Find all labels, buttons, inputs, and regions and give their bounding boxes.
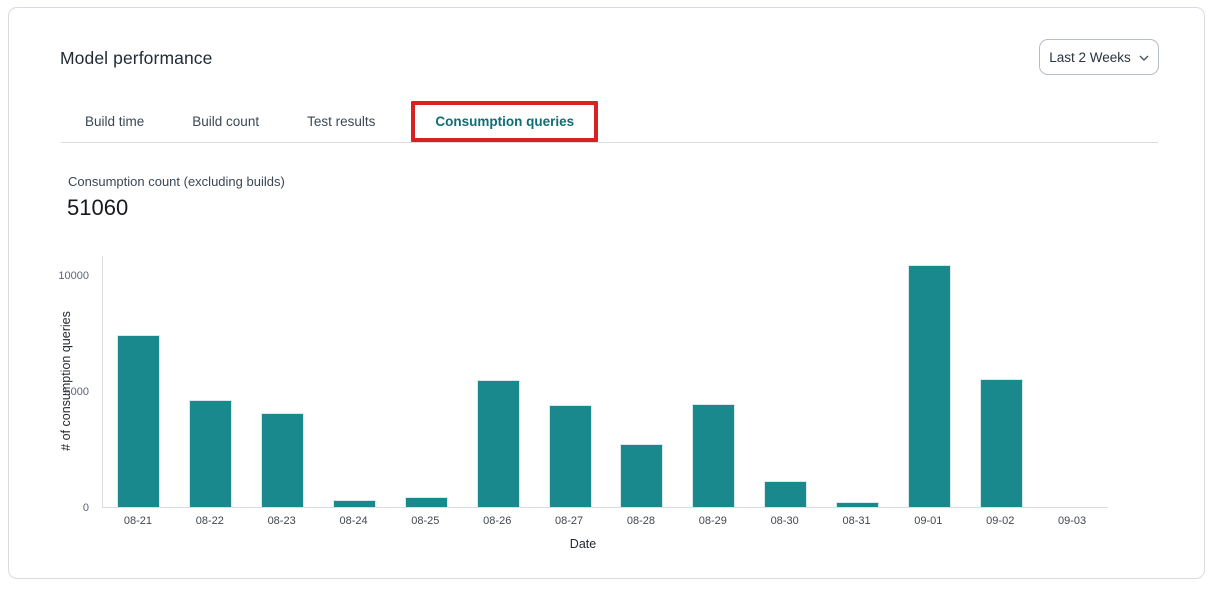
x-tick-label: 08-31: [821, 514, 893, 528]
x-tick-label: 08-28: [605, 514, 677, 528]
bar-08-22[interactable]: [189, 400, 232, 507]
x-tick-label: 09-01: [892, 514, 964, 528]
x-tick-label: 08-30: [749, 514, 821, 528]
x-axis-title: Date: [102, 537, 1064, 551]
bar-08-23[interactable]: [261, 413, 304, 507]
x-tick-label: 08-27: [533, 514, 605, 528]
bar-08-27[interactable]: [549, 405, 592, 507]
bar-09-01[interactable]: [908, 265, 951, 507]
bar-09-02[interactable]: [980, 379, 1023, 507]
bar-08-24[interactable]: [333, 500, 376, 507]
x-tick-label: 08-23: [246, 514, 318, 528]
x-tick-label: 08-21: [102, 514, 174, 528]
model-performance-card: Model performance Last 2 Weeks Build tim…: [8, 7, 1205, 579]
x-tick-label: 08-24: [318, 514, 390, 528]
x-tick-label: 08-22: [174, 514, 246, 528]
bar-08-25[interactable]: [405, 497, 448, 507]
bar-08-21[interactable]: [117, 335, 160, 507]
y-tick-label: 10000: [58, 269, 89, 283]
x-tick-label: 08-29: [677, 514, 749, 528]
x-axis-ticks: 08-2108-2208-2308-2408-2508-2608-2708-28…: [102, 514, 1108, 528]
bar-08-28[interactable]: [620, 444, 663, 507]
x-tick-label: 09-03: [1036, 514, 1108, 528]
x-tick-label: 09-02: [964, 514, 1036, 528]
consumption-queries-chart: # of consumption queries 0500010000 08-2…: [9, 8, 1204, 578]
x-tick-label: 08-26: [461, 514, 533, 528]
y-tick-label: 5000: [65, 385, 89, 399]
x-tick-label: 08-25: [389, 514, 461, 528]
bar-08-31[interactable]: [836, 502, 879, 507]
plot-area: [102, 256, 1108, 508]
bar-08-30[interactable]: [764, 481, 807, 507]
y-axis-ticks: 0500010000: [9, 256, 97, 508]
bar-08-29[interactable]: [692, 404, 735, 507]
bar-08-26[interactable]: [477, 380, 520, 507]
y-tick-label: 0: [83, 501, 89, 515]
